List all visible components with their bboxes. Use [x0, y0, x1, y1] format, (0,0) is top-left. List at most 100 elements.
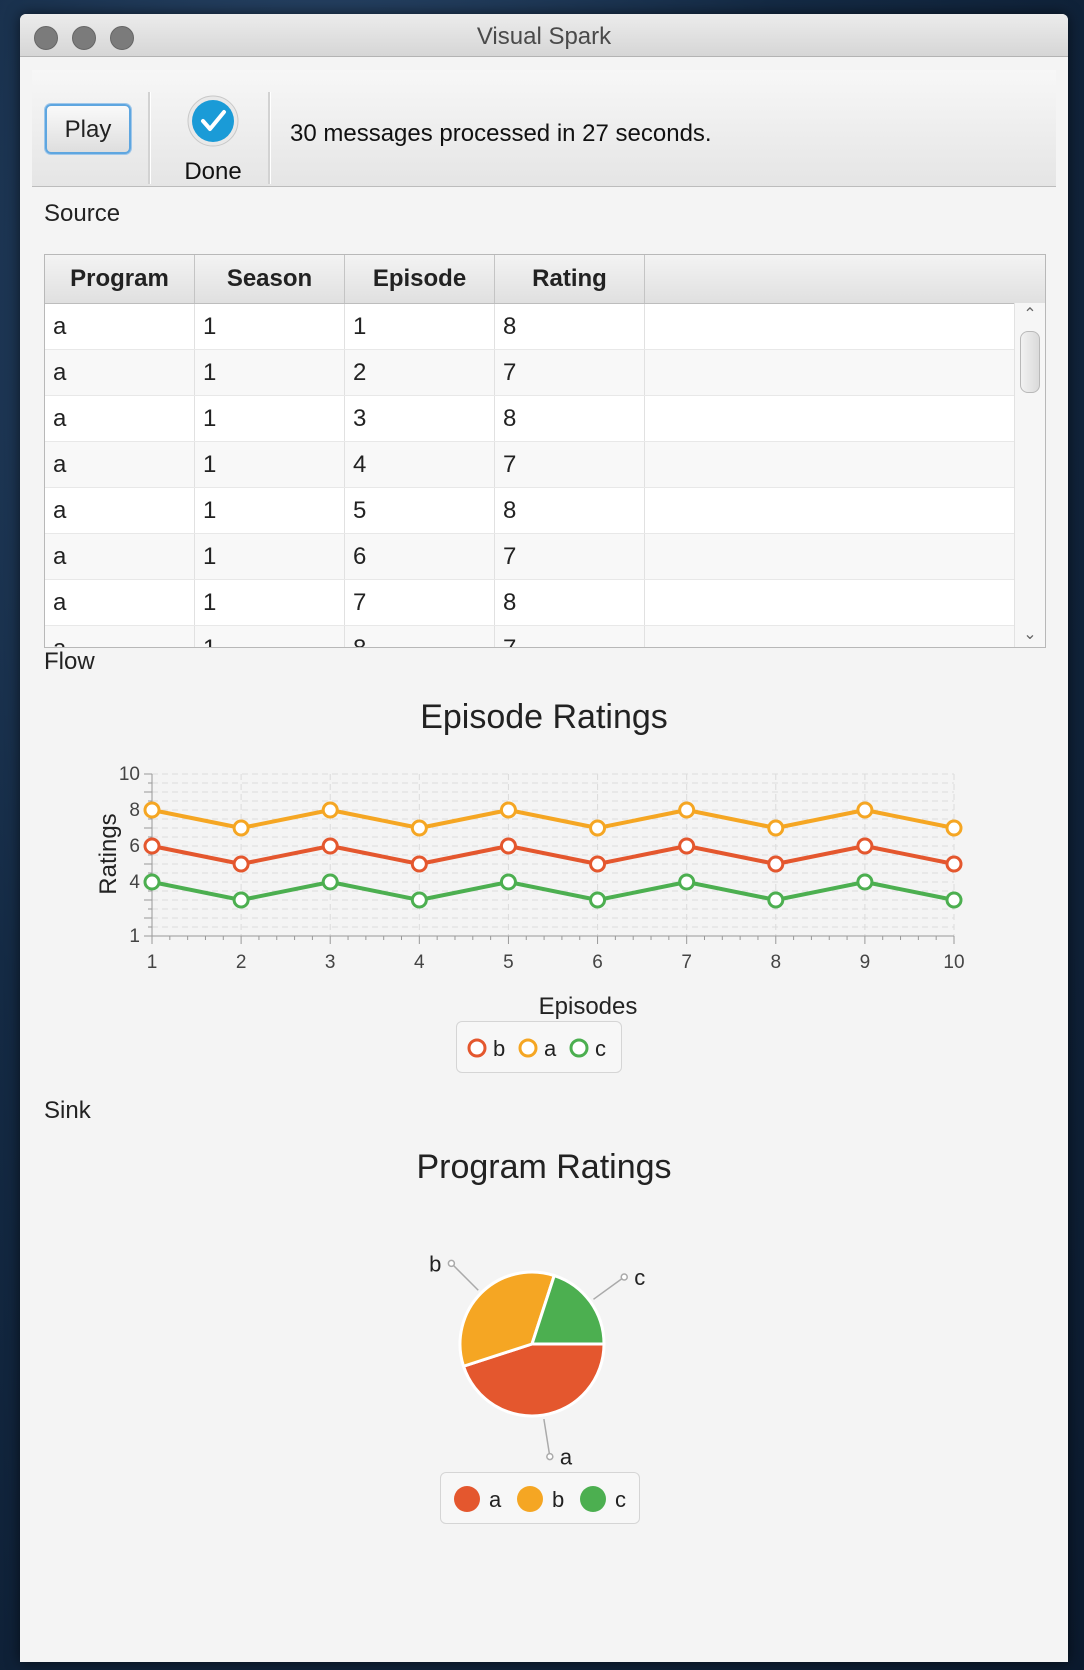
legend-label-a: a	[544, 1036, 557, 1061]
program-ratings-pie-chart: a b c	[429, 1251, 645, 1470]
cell-episode: 8	[345, 626, 495, 647]
cell-rating: 7	[495, 534, 645, 579]
cell-episode: 7	[345, 580, 495, 625]
data-point-a	[143, 801, 161, 819]
pie-label-dot-c	[620, 1273, 628, 1281]
cell-episode: 3	[345, 396, 495, 441]
data-point-c	[410, 891, 428, 909]
data-point-c	[321, 873, 339, 891]
pie-label-line-b	[450, 1262, 479, 1291]
pie-chart-legend: a b c	[440, 1472, 640, 1524]
cell-filler	[645, 442, 1045, 487]
cell-episode: 2	[345, 350, 495, 395]
scrollbar-thumb[interactable]	[1020, 331, 1040, 393]
data-point-c	[589, 891, 607, 909]
cell-rating: 8	[495, 396, 645, 441]
play-button[interactable]: Play	[45, 104, 131, 154]
flow-label: Flow	[44, 648, 95, 675]
table-row[interactable]: a 1 2 7	[45, 350, 1045, 396]
x-tick-label: 2	[236, 952, 247, 973]
legend-marker-b	[517, 1486, 543, 1512]
data-point-b	[321, 837, 339, 855]
pie-label-a: a	[560, 1445, 573, 1470]
pie-label-b: b	[429, 1251, 441, 1276]
x-axis-label: Episodes	[539, 993, 638, 1020]
cell-episode: 5	[345, 488, 495, 533]
line-chart-title: Episode Ratings	[420, 698, 668, 736]
table-row[interactable]: a 1 1 8	[45, 304, 1045, 350]
x-tick-label: 6	[592, 952, 603, 973]
data-point-a	[678, 801, 696, 819]
data-point-a	[499, 801, 517, 819]
y-tick-label: 1	[129, 926, 140, 947]
data-point-c	[143, 873, 161, 891]
source-table: Program Season Episode Rating a 1 1 8 a …	[44, 254, 1046, 648]
y-tick-label: 4	[129, 872, 140, 893]
column-header-filler	[645, 255, 1045, 303]
cell-program: a	[45, 396, 195, 441]
sink-label: Sink	[44, 1097, 91, 1124]
window-title: Visual Spark	[476, 23, 612, 50]
cell-program: a	[45, 442, 195, 487]
legend-marker-b	[467, 1038, 487, 1058]
legend-label-a: a	[489, 1487, 502, 1512]
y-axis-label: Ratings	[95, 813, 122, 894]
pie-label-line-a	[543, 1418, 551, 1457]
data-point-a	[321, 801, 339, 819]
column-header-season[interactable]: Season	[195, 255, 345, 303]
scroll-up-icon[interactable]: ⌃	[1015, 303, 1045, 327]
cell-episode: 4	[345, 442, 495, 487]
legend-label-c: c	[615, 1487, 626, 1512]
app-window: Visual Spark Play Done 30 messages proce…	[20, 14, 1068, 1662]
data-point-c	[499, 873, 517, 891]
cell-rating: 7	[495, 442, 645, 487]
legend-marker-c	[580, 1486, 606, 1512]
done-label: Done	[184, 158, 242, 185]
data-point-b	[945, 855, 963, 873]
cell-season: 1	[195, 396, 345, 441]
cell-season: 1	[195, 626, 345, 647]
table-scrollbar[interactable]: ⌃ ⌄	[1014, 303, 1045, 647]
title-bar: Visual Spark	[20, 14, 1068, 57]
check-circle-icon	[187, 95, 239, 147]
data-point-a	[232, 819, 250, 837]
table-row[interactable]: a 1 3 8	[45, 396, 1045, 442]
toolbar-separator	[268, 92, 271, 184]
cell-program: a	[45, 580, 195, 625]
x-tick-label: 5	[503, 952, 514, 973]
data-point-b	[143, 837, 161, 855]
line-chart-legend: bac	[456, 1021, 622, 1073]
legend-marker-c	[569, 1038, 589, 1058]
status-message: 30 messages processed in 27 seconds.	[290, 120, 712, 147]
cell-rating: 7	[495, 626, 645, 647]
column-header-episode[interactable]: Episode	[345, 255, 495, 303]
cell-rating: 7	[495, 350, 645, 395]
data-point-b	[499, 837, 517, 855]
data-point-b	[767, 855, 785, 873]
data-point-c	[232, 891, 250, 909]
scroll-down-icon[interactable]: ⌄	[1015, 623, 1045, 647]
y-tick-label: 10	[119, 764, 140, 785]
table-row[interactable]: a 1 8 7	[45, 626, 1045, 647]
cell-program: a	[45, 488, 195, 533]
table-row[interactable]: a 1 4 7	[45, 442, 1045, 488]
table-row[interactable]: a 1 7 8	[45, 580, 1045, 626]
source-label: Source	[44, 200, 121, 227]
cell-filler	[645, 534, 1045, 579]
data-point-c	[856, 873, 874, 891]
toolbar-separator	[148, 92, 151, 184]
table-row[interactable]: a 1 5 8	[45, 488, 1045, 534]
data-point-c	[678, 873, 696, 891]
table-row[interactable]: a 1 6 7	[45, 534, 1045, 580]
x-tick-label: 4	[414, 952, 425, 973]
cell-episode: 1	[345, 304, 495, 349]
x-tick-label: 9	[860, 952, 871, 973]
x-tick-label: 10	[943, 952, 964, 973]
data-point-a	[856, 801, 874, 819]
x-tick-label: 3	[325, 952, 336, 973]
data-point-b	[232, 855, 250, 873]
cell-filler	[645, 396, 1045, 441]
column-header-program[interactable]: Program	[45, 255, 195, 303]
column-header-rating[interactable]: Rating	[495, 255, 645, 303]
pie-label-dot-a	[546, 1452, 554, 1461]
